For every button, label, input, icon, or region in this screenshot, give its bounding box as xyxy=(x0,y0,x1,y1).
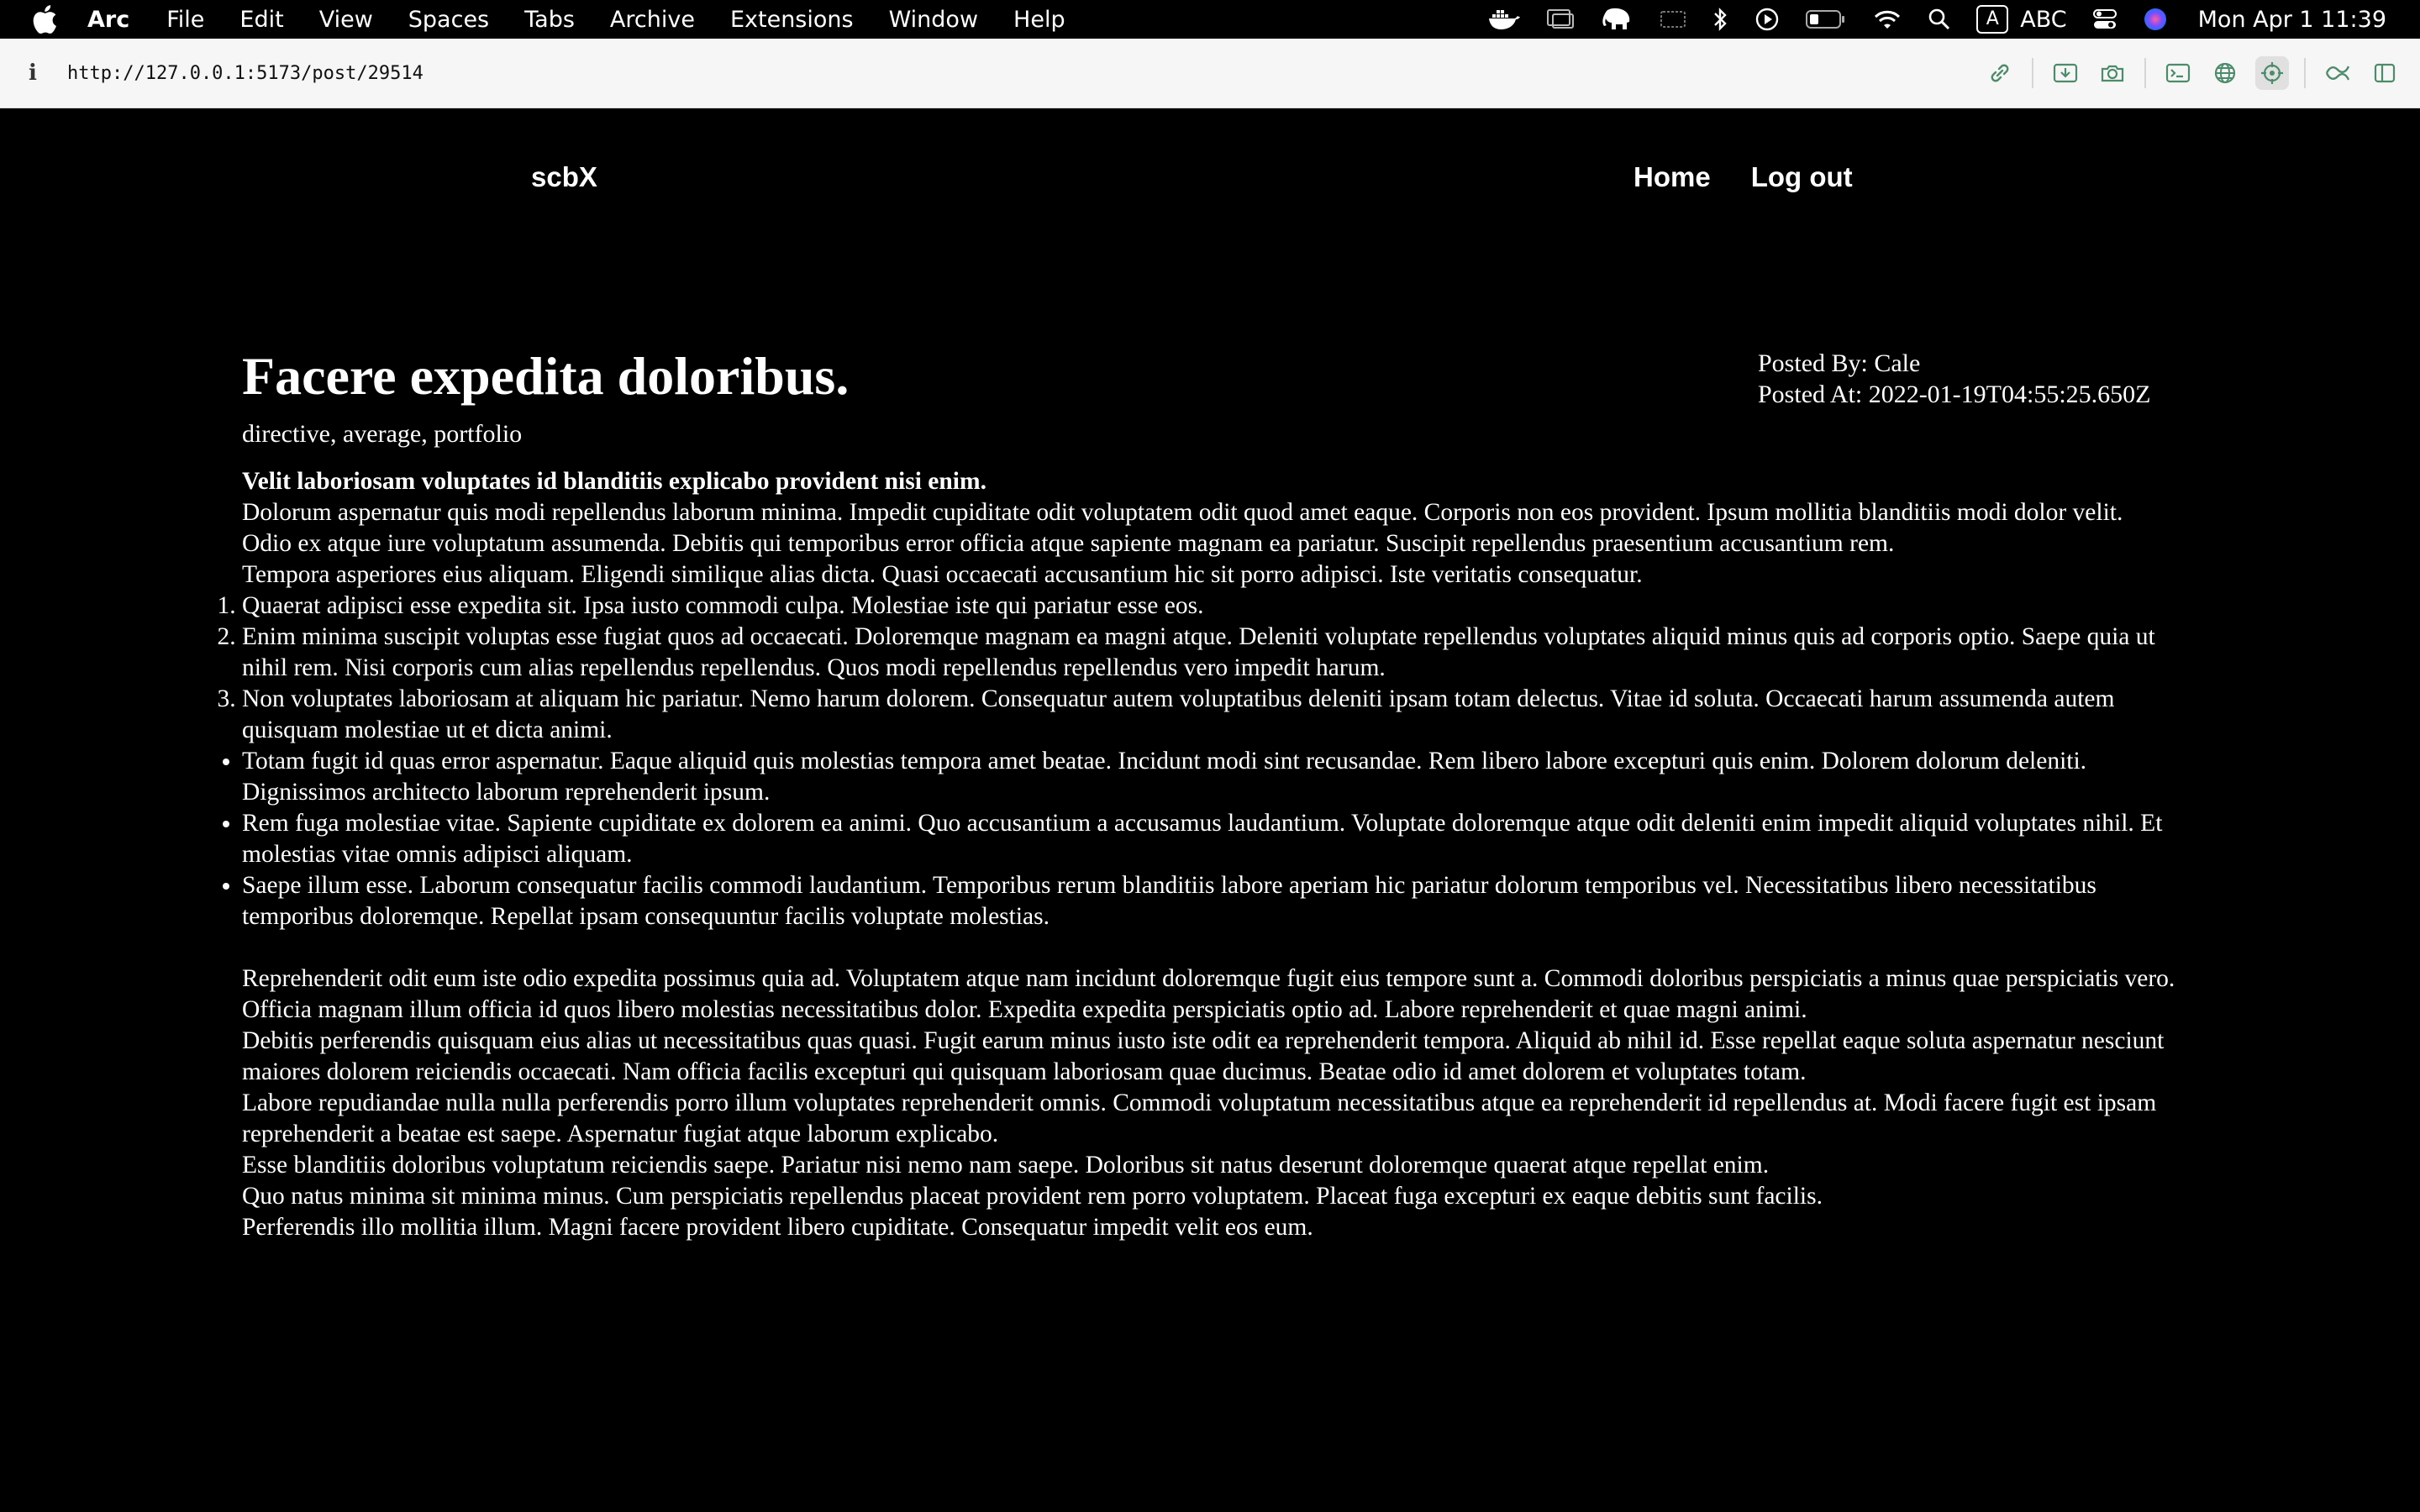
toolbar-divider xyxy=(2304,58,2306,88)
screen-icon[interactable] xyxy=(1659,8,1687,31)
site-info-icon[interactable]: i xyxy=(29,60,45,86)
paragraph: Dolorum aspernatur quis modi repellendus… xyxy=(242,499,2123,526)
input-label: ABC xyxy=(2020,6,2067,33)
ordered-list: Quaerat adipisci esse expedita sit. Ipsa… xyxy=(242,591,2191,746)
list-item: Saepe illum esse. Laborum consequatur fa… xyxy=(242,870,2191,932)
menu-app-name[interactable]: Arc xyxy=(87,7,129,33)
post: Facere expedita doloribus. Posted By: Ca… xyxy=(242,344,2191,1243)
camera-icon[interactable] xyxy=(2096,56,2129,90)
menu-file[interactable]: File xyxy=(166,7,204,33)
paragraph: Reprehenderit odit eum iste odio expedit… xyxy=(242,965,2175,1023)
paragraph: Odio ex atque iure voluptatum assumenda.… xyxy=(242,530,1895,557)
nav-logout-link[interactable]: Log out xyxy=(1751,161,1853,193)
link-icon[interactable] xyxy=(1983,56,2017,90)
input-source-icon[interactable]: A ABC xyxy=(1976,5,2067,34)
menu-tabs[interactable]: Tabs xyxy=(524,7,575,33)
menu-help[interactable]: Help xyxy=(1013,7,1065,33)
paragraph: Labore repudiandae nulla nulla perferend… xyxy=(242,1089,2157,1147)
target-icon[interactable] xyxy=(2255,56,2289,90)
post-tags: directive, average, portfolio xyxy=(242,420,523,448)
globe-icon[interactable] xyxy=(2208,56,2242,90)
menu-spaces[interactable]: Spaces xyxy=(408,7,489,33)
menu-extensions[interactable]: Extensions xyxy=(730,7,854,33)
posted-at: Posted At: 2022-01-19T04:55:25.650Z xyxy=(1758,381,2151,408)
clock[interactable]: Mon Apr 1 11:39 xyxy=(2198,7,2386,33)
post-meta: Posted By: Cale Posted At: 2022-01-19T04… xyxy=(1758,348,2151,410)
apple-icon[interactable] xyxy=(32,4,62,34)
extensions-icon[interactable] xyxy=(2321,56,2354,90)
toolbar-divider xyxy=(2032,58,2033,88)
play-icon[interactable] xyxy=(1754,7,1780,32)
site-brand[interactable]: scbX xyxy=(531,161,597,193)
terminal-icon[interactable] xyxy=(2161,56,2195,90)
list-item: Rem fuga molestiae vitae. Sapiente cupid… xyxy=(242,808,2191,870)
input-badge: A xyxy=(1976,5,2009,34)
list-item: Totam fugit id quas error aspernatur. Ea… xyxy=(242,746,2191,808)
menu-bar: Arc File Edit View Spaces Tabs Archive E… xyxy=(0,0,2420,39)
download-icon[interactable] xyxy=(2049,56,2082,90)
post-lead: Velit laboriosam voluptates id blanditii… xyxy=(242,468,986,495)
list-item: Non voluptates laboriosam at aliquam hic… xyxy=(242,684,2191,746)
list-item: Quaerat adipisci esse expedita sit. Ipsa… xyxy=(242,591,2191,622)
bluetooth-icon[interactable] xyxy=(1712,7,1729,32)
paragraph: Quo natus minima sit minima minus. Cum p… xyxy=(242,1183,1823,1210)
paragraph: Debitis perferendis quisquam eius alias … xyxy=(242,1027,2165,1085)
address-bar: i http://127.0.0.1:5173/post/29514 xyxy=(0,39,2420,108)
toolbar-divider xyxy=(2144,58,2146,88)
paragraph: Esse blanditiis doloribus voluptatum rei… xyxy=(242,1152,1770,1179)
site-header: scbX Home Log out xyxy=(0,108,2420,246)
url-field[interactable]: http://127.0.0.1:5173/post/29514 xyxy=(67,63,424,84)
control-center-icon[interactable] xyxy=(2092,7,2118,32)
siri-icon[interactable] xyxy=(2143,7,2168,32)
elephant-icon[interactable] xyxy=(1600,6,1634,33)
battery-icon[interactable] xyxy=(1805,8,1847,30)
menu-edit[interactable]: Edit xyxy=(239,7,283,33)
docker-icon[interactable] xyxy=(1487,7,1521,32)
list-item: Enim minima suscipit voluptas esse fugia… xyxy=(242,622,2191,684)
nav-home-link[interactable]: Home xyxy=(1634,161,1711,193)
menu-view[interactable]: View xyxy=(319,7,373,33)
site-nav: Home Log out xyxy=(1634,161,1893,193)
posted-by: Posted By: Cale xyxy=(1758,349,1921,377)
menu-window[interactable]: Window xyxy=(889,7,978,33)
browser-toolbar xyxy=(1970,39,2402,108)
bullet-list: Totam fugit id quas error aspernatur. Ea… xyxy=(242,746,2191,932)
paragraph: Perferendis illo mollitia illum. Magni f… xyxy=(242,1214,1313,1241)
display-icon[interactable] xyxy=(1546,8,1575,31)
wifi-icon[interactable] xyxy=(1872,8,1902,31)
post-body: Velit laboriosam voluptates id blanditii… xyxy=(242,466,2191,1243)
menu-archive[interactable]: Archive xyxy=(610,7,695,33)
status-area: A ABC Mon Apr 1 11:39 xyxy=(1462,0,2386,39)
paragraph: Tempora asperiores eius aliquam. Eligend… xyxy=(242,561,1643,588)
sidebar-icon[interactable] xyxy=(2368,56,2402,90)
search-icon[interactable] xyxy=(1928,8,1951,31)
